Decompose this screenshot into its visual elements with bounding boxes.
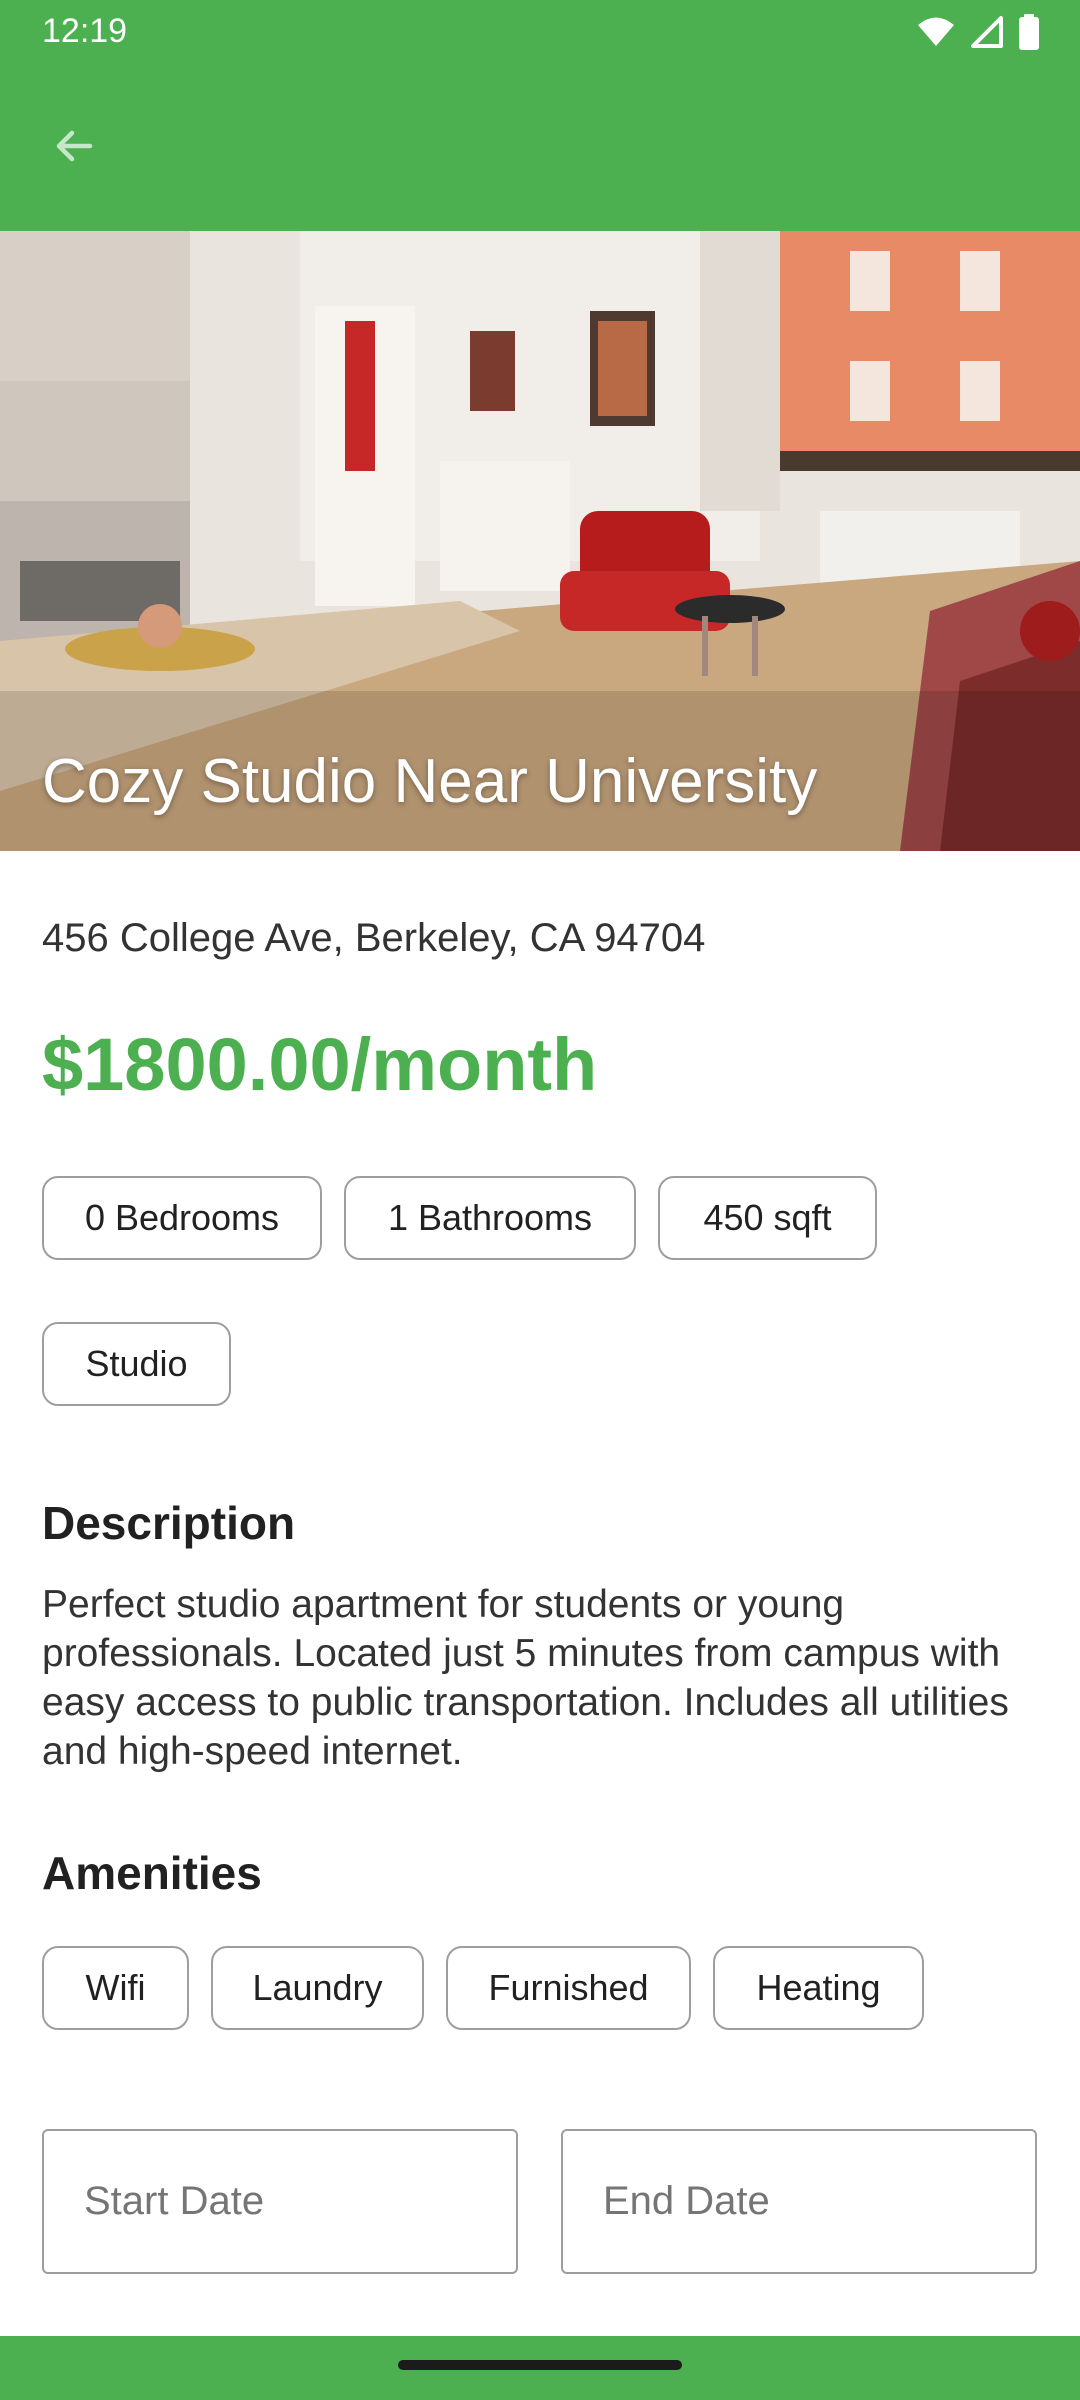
bathrooms-chip: 1 Bathrooms xyxy=(344,1176,636,1260)
amenities-heading: Amenities xyxy=(42,1847,262,1899)
amenity-chip-furnished: Furnished xyxy=(446,1946,691,2030)
area-chip: 450 sqft xyxy=(658,1176,877,1260)
listing-detail-screen: 12:19 Cozy Studio Near University 456 Co… xyxy=(0,0,1080,2400)
status-icons xyxy=(916,14,1040,50)
app-bar: 12:19 xyxy=(0,0,1080,231)
listing-type-row: Studio xyxy=(42,1322,231,1406)
bedrooms-chip: 0 Bedrooms xyxy=(42,1176,322,1260)
listing-title: Cozy Studio Near University xyxy=(42,747,818,816)
amenity-chip-wifi: Wifi xyxy=(42,1946,189,2030)
wifi-icon xyxy=(918,17,954,46)
listing-price: $1800.00/month xyxy=(42,1023,598,1106)
end-date-field[interactable]: End Date xyxy=(561,2129,1037,2274)
property-type-chip: Studio xyxy=(42,1322,231,1406)
arrow-left-icon xyxy=(56,130,93,162)
start-date-field[interactable]: Start Date xyxy=(42,2129,518,2274)
battery-icon xyxy=(1019,14,1039,50)
listing-photo: Cozy Studio Near University xyxy=(0,231,1080,851)
status-time: 12:19 xyxy=(42,12,128,50)
amenity-chip-heating: Heating xyxy=(713,1946,924,2030)
amenities-list: Wifi Laundry Furnished Heating xyxy=(42,1946,924,2030)
listing-address: 456 College Ave, Berkeley, CA 94704 xyxy=(42,916,706,960)
amenity-chip-laundry: Laundry xyxy=(211,1946,424,2030)
listing-specs: 0 Bedrooms 1 Bathrooms 450 sqft xyxy=(42,1176,877,1260)
back-button[interactable] xyxy=(38,110,110,182)
description-heading: Description xyxy=(42,1497,296,1549)
signal-icon xyxy=(971,16,1003,48)
gesture-handle[interactable] xyxy=(398,2360,682,2370)
description-text: Perfect studio apartment for students or… xyxy=(42,1583,1009,1773)
